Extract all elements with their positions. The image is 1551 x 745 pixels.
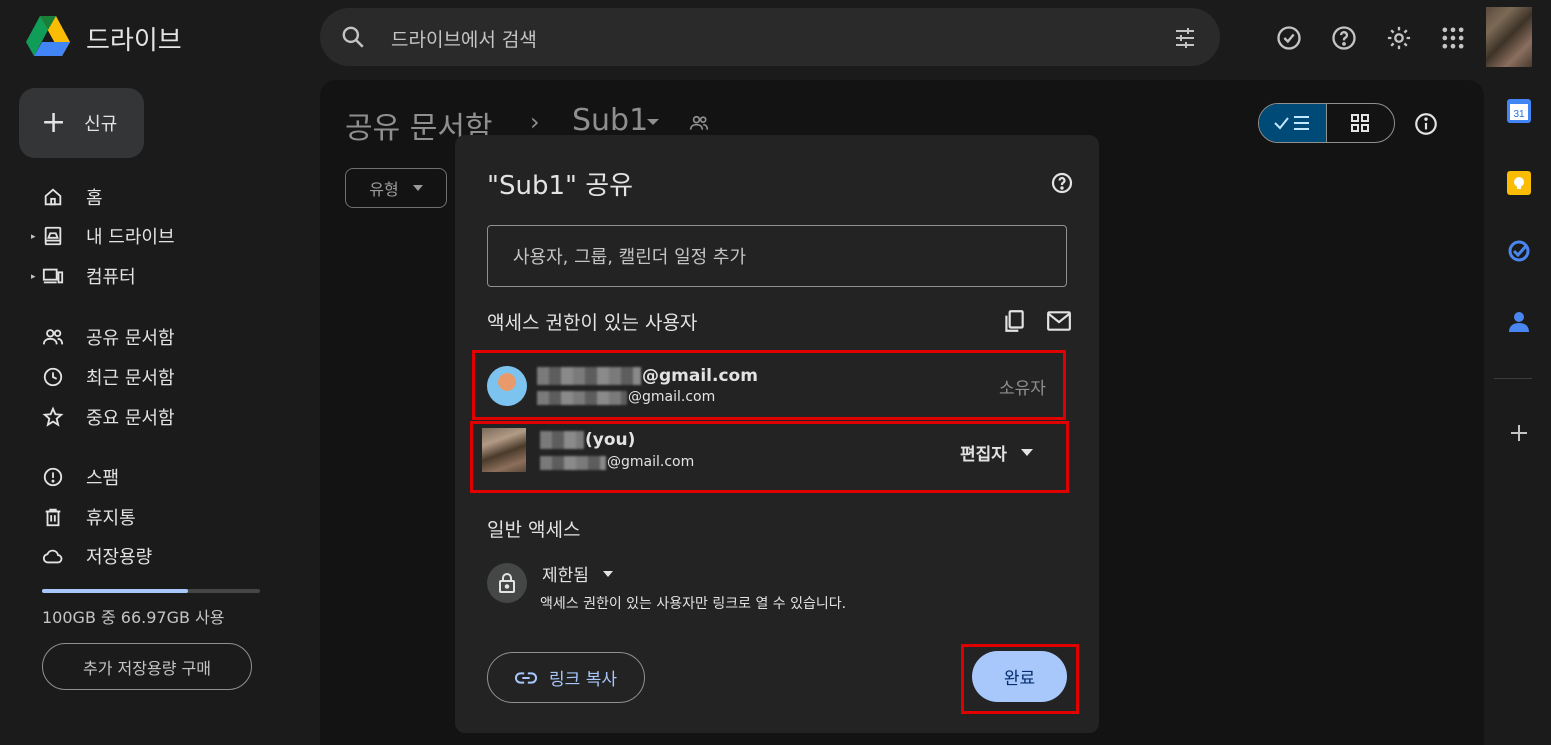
info-icon[interactable]	[1413, 111, 1439, 137]
tasks-icon[interactable]	[1506, 238, 1534, 266]
trash-icon	[45, 508, 61, 527]
sidebar-item-label: 최근 문서함	[86, 368, 175, 389]
new-button[interactable]: + 신규	[19, 88, 144, 158]
sidebar-item-home[interactable]: 홈	[42, 177, 103, 217]
sidebar-item-label: 내 드라이브	[86, 227, 175, 248]
list-view-button[interactable]	[1259, 104, 1327, 142]
owner-role-label: 소유자	[999, 379, 1046, 399]
copy-emails-icon[interactable]	[1001, 308, 1027, 334]
sidebar-item-label: 컴퓨터	[86, 267, 136, 288]
home-icon	[44, 188, 62, 206]
sidebar-item-label: 스팸	[86, 468, 120, 489]
storage-usage-text: 100GB 중 66.97GB 사용	[42, 608, 225, 627]
star-icon	[42, 406, 64, 427]
account-avatar[interactable]	[1486, 7, 1532, 67]
access-description: 액세스 권한이 있는 사용자만 링크로 열 수 있습니다.	[540, 596, 847, 612]
breadcrumb-separator: ›	[530, 108, 540, 136]
sidebar-item-spam[interactable]: 스팸	[42, 457, 119, 497]
sidebar-item-shared[interactable]: 공유 문서함	[42, 317, 175, 357]
keep-icon[interactable]	[1506, 170, 1534, 198]
storage-meter-fill	[42, 589, 189, 593]
computer-icon	[42, 268, 64, 284]
sidebar-item-storage[interactable]: 저장용량	[42, 536, 152, 576]
done-button[interactable]: 완료	[972, 651, 1067, 702]
help-icon[interactable]	[1330, 24, 1358, 52]
redacted-name	[537, 367, 641, 385]
grid-icon	[1351, 114, 1370, 132]
link-icon	[515, 671, 538, 684]
people-icon	[42, 329, 64, 345]
check-list-icon	[1274, 116, 1310, 130]
sidebar-item-recent[interactable]: 최근 문서함	[42, 357, 175, 397]
expand-my-drive-icon[interactable]: ▸	[31, 232, 36, 242]
breadcrumb-folder[interactable]: Sub1	[572, 103, 648, 138]
owner-row[interactable]	[472, 350, 1066, 420]
access-level-label: 제한됨	[542, 566, 589, 586]
buy-storage-button[interactable]: 추가 저장용량 구매	[42, 643, 252, 690]
general-access-title: 일반 액세스	[487, 519, 581, 541]
user-email: @gmail.com	[607, 454, 695, 470]
apps-grid-icon[interactable]	[1439, 24, 1467, 52]
offline-ready-icon[interactable]	[1275, 24, 1303, 52]
user-avatar	[482, 428, 526, 472]
view-toggle[interactable]	[1258, 103, 1395, 143]
role-dropdown-label: 편집자	[960, 445, 1007, 465]
caret-down-icon	[602, 570, 613, 577]
contacts-icon[interactable]	[1506, 308, 1534, 336]
people-with-access-title: 액세스 권한이 있는 사용자	[487, 312, 698, 334]
user-name: (you)	[585, 430, 636, 450]
search-input[interactable]: 드라이브에서 검색	[391, 25, 537, 52]
redacted-email	[537, 391, 627, 405]
lock-icon	[487, 563, 527, 603]
drive-logo-icon[interactable]	[24, 14, 72, 58]
my-drive-icon	[44, 226, 62, 246]
dialog-title: "Sub1" 공유	[487, 171, 634, 201]
svg-text:31: 31	[1513, 109, 1525, 120]
redacted-name	[540, 431, 584, 449]
owner-name: @gmail.com	[642, 366, 758, 386]
shared-people-icon[interactable]	[688, 113, 710, 133]
new-button-label: 신규	[84, 114, 118, 135]
dialog-help-icon[interactable]	[1050, 171, 1074, 195]
redacted-email	[540, 456, 606, 470]
calendar-icon[interactable]: 31	[1506, 98, 1534, 126]
access-level-dropdown[interactable]: 제한됨	[542, 561, 613, 586]
grid-view-button[interactable]	[1327, 104, 1395, 142]
sidebar-item-starred[interactable]: 중요 문서함	[42, 397, 175, 437]
owner-email: @gmail.com	[628, 389, 716, 405]
chevron-down-icon	[412, 185, 423, 191]
type-filter-chip[interactable]: 유형	[345, 168, 447, 208]
search-icon[interactable]	[340, 24, 366, 50]
role-dropdown[interactable]: 편집자	[960, 440, 1033, 465]
sidebar-item-trash[interactable]: 휴지통	[42, 497, 136, 537]
storage-meter	[42, 589, 260, 593]
search-options-icon[interactable]	[1172, 26, 1198, 50]
sidebar-item-label: 공유 문서함	[86, 328, 175, 349]
caret-down-icon	[1020, 449, 1033, 456]
sidebar-item-label: 홈	[86, 188, 103, 209]
copy-link-button[interactable]: 링크 복사	[487, 652, 645, 703]
email-people-icon[interactable]	[1046, 310, 1072, 332]
add-people-input[interactable]: 사용자, 그룹, 캘린더 일정 추가	[487, 225, 1067, 287]
app-title[interactable]: 드라이브	[86, 20, 182, 57]
sidebar-item-label: 중요 문서함	[86, 408, 175, 429]
clock-icon	[43, 367, 63, 387]
sidebar-item-label: 저장용량	[86, 547, 153, 568]
cloud-icon	[42, 549, 63, 564]
sidebar-item-label: 휴지통	[86, 508, 136, 529]
add-addon-icon[interactable]	[1506, 420, 1534, 448]
expand-computers-icon[interactable]: ▸	[31, 272, 36, 282]
caret-down-icon[interactable]	[646, 118, 660, 126]
sidebar-item-computers[interactable]: 컴퓨터	[42, 256, 136, 296]
type-filter-label: 유형	[369, 180, 399, 199]
rail-divider	[1494, 378, 1532, 379]
copy-link-label: 링크 복사	[549, 670, 617, 690]
owner-avatar	[487, 366, 527, 406]
spam-icon	[43, 467, 63, 487]
settings-gear-icon[interactable]	[1385, 24, 1413, 52]
plus-icon: +	[41, 105, 67, 140]
sidebar-item-my-drive[interactable]: 내 드라이브	[42, 216, 175, 256]
